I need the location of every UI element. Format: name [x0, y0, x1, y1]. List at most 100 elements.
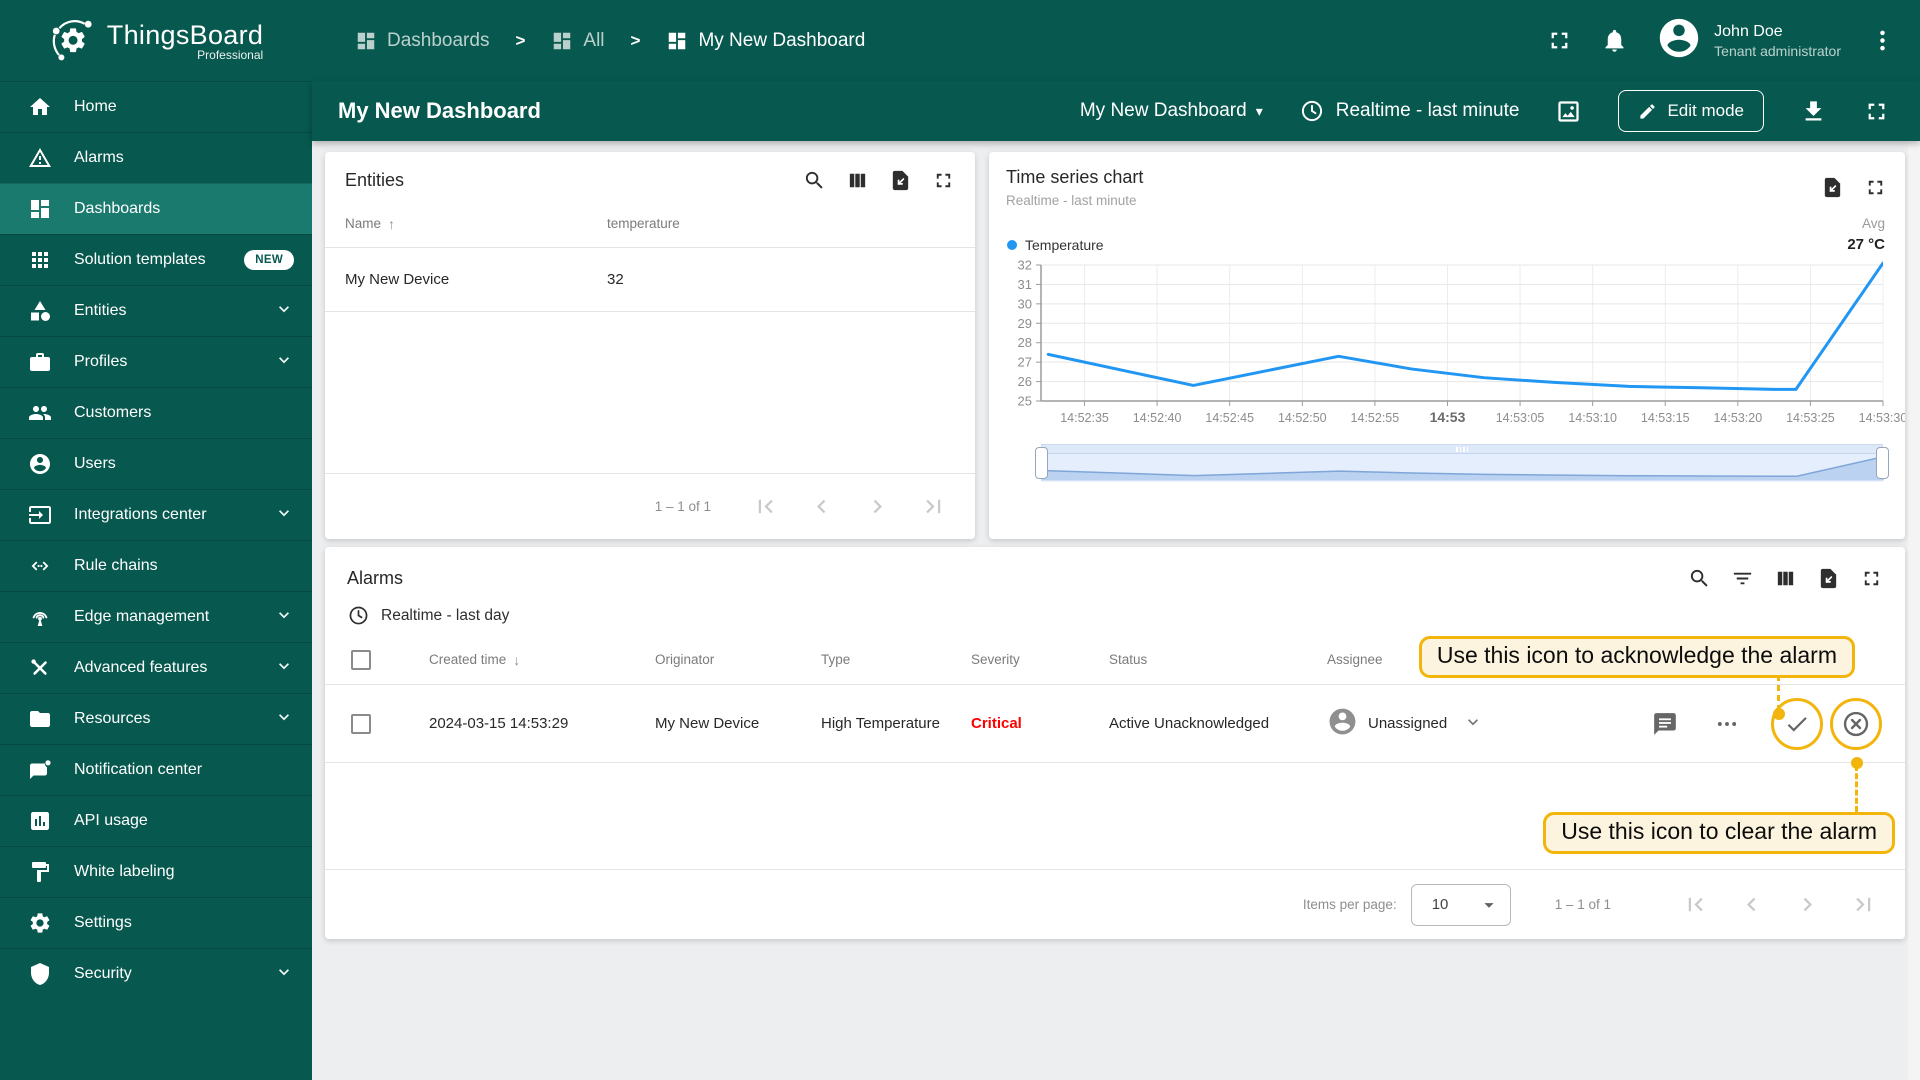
dashboard-state-select[interactable]: My New Dashboard ▾ [1080, 100, 1263, 122]
alarm-comment-button[interactable] [1645, 704, 1685, 744]
sidebar-item-entities[interactable]: Entities [0, 285, 312, 336]
alarm-table-row[interactable]: 2024-03-15 14:53:29 My New Device High T… [325, 685, 1905, 763]
previous-page-button[interactable] [1723, 891, 1779, 918]
timeseries-widget: Time series chart Realtime - last minute… [989, 152, 1905, 539]
sidebar-item-advanced-features[interactable]: Advanced features [0, 642, 312, 693]
row-checkbox[interactable] [351, 713, 371, 734]
sidebar-item-profiles[interactable]: Profiles [0, 336, 312, 387]
column-header-type[interactable]: Type [821, 652, 971, 667]
timeseries-export-button[interactable] [1821, 176, 1844, 199]
column-header-status[interactable]: Status [1109, 652, 1327, 667]
logo-subtitle: Professional [197, 47, 264, 62]
column-header-severity[interactable]: Severity [971, 652, 1109, 667]
select-all-checkbox[interactable] [351, 649, 371, 670]
alarm-more-actions-button[interactable] [1707, 704, 1747, 744]
sidebar-item-integrations-center[interactable]: Integrations center [0, 489, 312, 540]
entity-temperature-cell: 32 [607, 271, 624, 288]
chevron-down-icon [274, 962, 294, 987]
chart-data-zoom-slider[interactable] [1035, 444, 1889, 482]
sidebar-item-resources[interactable]: Resources [0, 693, 312, 744]
timewindow-button[interactable]: Realtime - last minute [1299, 98, 1519, 124]
column-header-originator[interactable]: Originator [655, 652, 821, 667]
svg-text:14:52:40: 14:52:40 [1133, 411, 1182, 425]
fullscreen-icon [1551, 32, 1568, 49]
next-page-button[interactable] [1779, 891, 1835, 918]
scrollbar[interactable] [1908, 141, 1920, 1080]
data-zoom-grip[interactable] [1042, 445, 1882, 454]
sidebar-item-dashboards[interactable]: Dashboards [0, 183, 312, 234]
previous-page-button[interactable] [793, 493, 849, 520]
last-page-button[interactable] [905, 493, 961, 520]
entity-name-cell: My New Device [345, 271, 450, 288]
column-header-name[interactable]: Name ↑ [345, 216, 607, 232]
sidebar-item-customers[interactable]: Customers [0, 387, 312, 438]
user-menu[interactable]: John Doe Tenant administrator [1656, 15, 1841, 66]
items-per-page-select[interactable]: 10 [1410, 883, 1511, 926]
first-page-icon [758, 499, 773, 514]
alarms-timewindow-button[interactable]: Realtime - last day [325, 590, 1905, 627]
entities-fullscreen-button[interactable] [932, 169, 955, 192]
entities-columns-button[interactable] [846, 169, 869, 192]
sidebar-item-home[interactable]: Home [0, 81, 312, 132]
alarms-search-button[interactable] [1688, 567, 1711, 590]
sidebar-item-api-usage[interactable]: API usage [0, 795, 312, 846]
breadcrumb-current-dashboard[interactable]: My New Dashboard [666, 30, 865, 52]
fullscreen-button[interactable] [1546, 27, 1573, 54]
svg-text:30: 30 [1018, 296, 1032, 311]
data-zoom-handle-left[interactable] [1035, 446, 1048, 479]
column-header-temperature[interactable]: temperature [607, 216, 680, 231]
timeseries-line-chart: 14:52:35 14:52:40 14:52:45 14:52:50 14:52:55… [1018, 258, 1905, 426]
sidebar-item-label: Security [74, 965, 132, 982]
dashboard-icon [357, 32, 375, 49]
fullscreen-icon [1868, 103, 1885, 119]
entities-export-button[interactable] [889, 169, 912, 192]
sidebar-item-notification-center[interactable]: Notification center [0, 744, 312, 795]
data-zoom-handle-right[interactable] [1876, 446, 1889, 479]
sidebar-item-security[interactable]: Security [0, 948, 312, 999]
more-menu-button[interactable] [1869, 27, 1896, 54]
column-header-created-time[interactable]: Created time ↓ [389, 652, 655, 668]
columns-icon [849, 173, 866, 188]
alarms-fullscreen-button[interactable] [1860, 567, 1883, 590]
app-logo[interactable]: ThingsBoard Professional [0, 0, 312, 81]
svg-text:27: 27 [1018, 355, 1032, 370]
first-page-button[interactable] [737, 493, 793, 520]
tools-icon [31, 659, 47, 675]
svg-text:14:53:30: 14:53:30 [1859, 411, 1905, 425]
timeseries-fullscreen-button[interactable] [1864, 176, 1887, 199]
sidebar-item-edge-management[interactable]: Edge management [0, 591, 312, 642]
sidebar-item-white-labeling[interactable]: White labeling [0, 846, 312, 897]
sidebar-item-solution-templates[interactable]: Solution templates NEW [0, 234, 312, 285]
alarm-created-time-cell: 2024-03-15 14:53:29 [429, 715, 569, 732]
dashboard-image-button[interactable] [1555, 98, 1582, 125]
widget-title: Time series chart [1006, 167, 1144, 187]
notifications-button[interactable] [1601, 27, 1628, 54]
breadcrumb-dashboards[interactable]: Dashboards [355, 30, 489, 52]
top-header: Dashboards > All > My New Dashboard John… [312, 0, 1920, 81]
alarm-assignee-dropdown[interactable]: Unassigned [1327, 706, 1607, 741]
download-button[interactable] [1800, 98, 1827, 125]
alarms-export-button[interactable] [1817, 567, 1840, 590]
sidebar-item-settings[interactable]: Settings [0, 897, 312, 948]
sidebar-item-alarms[interactable]: Alarms [0, 132, 312, 183]
sidebar-item-rule-chains[interactable]: Rule chains [0, 540, 312, 591]
first-page-button[interactable] [1667, 891, 1723, 918]
alarm-status-cell: Active Unacknowledged [1109, 715, 1270, 732]
edit-mode-button[interactable]: Edit mode [1618, 90, 1764, 132]
next-page-button[interactable] [849, 493, 905, 520]
breadcrumb-all[interactable]: All [551, 30, 605, 52]
alarm-clear-button[interactable] [1830, 697, 1882, 750]
entities-search-button[interactable] [803, 169, 826, 192]
alarms-filter-button[interactable] [1731, 567, 1754, 590]
sidebar: ThingsBoard Professional Home Alarms Das… [0, 0, 312, 1080]
dashboard-content: Entities Name ↑ temperature My New Devic… [312, 141, 1920, 1080]
dashboard-fullscreen-button[interactable] [1863, 98, 1890, 125]
sidebar-item-label: Entities [74, 302, 127, 319]
svg-text:14:52:35: 14:52:35 [1060, 411, 1109, 425]
sidebar-item-users[interactable]: Users [0, 438, 312, 489]
last-page-button[interactable] [1835, 891, 1891, 918]
legend-series-name[interactable]: Temperature [1025, 237, 1104, 253]
entities-table-header: Name ↑ temperature [325, 200, 975, 248]
table-row[interactable]: My New Device 32 [325, 248, 975, 312]
alarms-columns-button[interactable] [1774, 567, 1797, 590]
